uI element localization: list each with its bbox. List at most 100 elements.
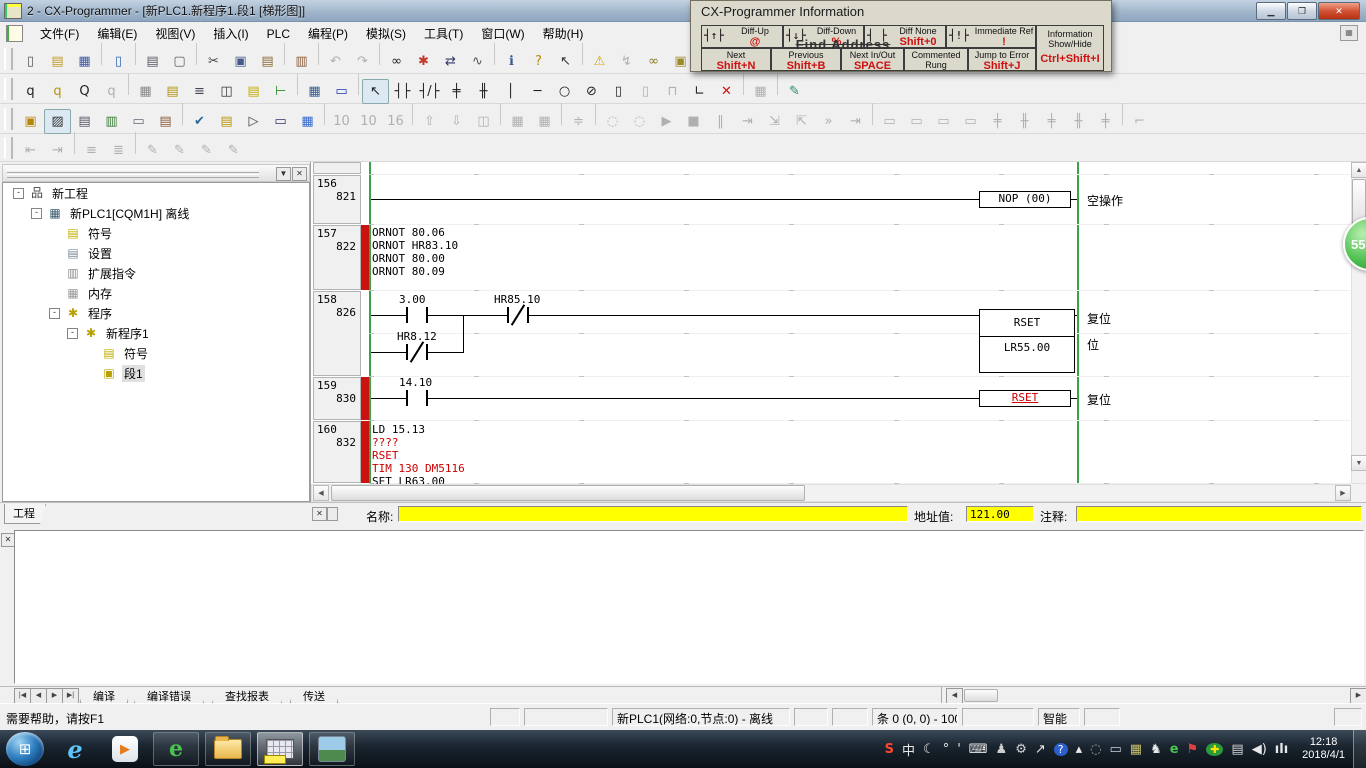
- contact-or-no-icon[interactable]: ╪: [443, 79, 470, 104]
- compile-program-icon[interactable]: ✔: [186, 109, 213, 134]
- coil-closed-icon[interactable]: ⊘: [578, 79, 605, 104]
- vertical-line-icon[interactable]: │: [497, 79, 524, 104]
- paste-icon[interactable]: ▤: [254, 49, 281, 74]
- open-file-icon[interactable]: ▤: [44, 49, 71, 74]
- symbol-window-icon[interactable]: ▤: [71, 109, 98, 134]
- tree-expander[interactable]: -: [31, 208, 42, 219]
- menu-PLC[interactable]: PLC: [258, 24, 299, 44]
- output-hscroll-right[interactable]: ▶: [1350, 688, 1366, 704]
- end-line-icon[interactable]: ∟: [686, 79, 713, 104]
- tray-tools-tray-icon[interactable]: ⚙: [1015, 742, 1027, 757]
- rung-gutter-160[interactable]: 160 832: [313, 421, 361, 483]
- output-hscroll-left[interactable]: ◀: [946, 688, 963, 704]
- tab-last-button[interactable]: ▶|: [62, 688, 79, 704]
- taskbar-start-button[interactable]: ⊞: [6, 732, 44, 766]
- taskbar-media-player[interactable]: ▶: [103, 733, 147, 765]
- tray-ime-chinese-icon[interactable]: 中: [902, 740, 915, 759]
- output-close-button[interactable]: ✕: [1, 533, 15, 547]
- tray-user-tray-icon[interactable]: ♟: [996, 742, 1008, 757]
- minimize-button[interactable]: ▁: [1256, 2, 1286, 20]
- save-icon[interactable]: ▦: [71, 49, 98, 74]
- status-resize-grip[interactable]: [1334, 708, 1362, 726]
- output-tab-传送[interactable]: 传送: [290, 687, 338, 704]
- close-button[interactable]: ✕: [1318, 2, 1360, 20]
- tree-expander[interactable]: -: [13, 188, 24, 199]
- tree-item-symbols-global[interactable]: ▤符号: [3, 223, 309, 243]
- ci-window-icon[interactable]: ▭: [328, 79, 355, 104]
- print-preview-icon[interactable]: ▢: [166, 49, 193, 74]
- menu-编程P[interactable]: 编程(P): [299, 24, 357, 44]
- address-field[interactable]: 121.00: [966, 506, 1034, 522]
- rung-comment-list-icon[interactable]: ▤: [240, 79, 267, 104]
- monitor-pair-icon[interactable]: ◫: [213, 79, 240, 104]
- window-cascade-icon[interactable]: ▣: [17, 109, 44, 134]
- hscroll-right-button[interactable]: ▶: [1335, 485, 1351, 501]
- help-icon[interactable]: ?: [525, 49, 552, 74]
- tab-prev-button[interactable]: ◀: [30, 688, 47, 704]
- contact-nc-HR85.10[interactable]: [507, 307, 529, 323]
- show-symbols-icon[interactable]: ▤: [159, 79, 186, 104]
- mdi-child-buttons[interactable]: ▦: [1340, 25, 1358, 41]
- title-bar[interactable]: 2 - CX-Programmer - [新PLC1.新程序1.段1 [梯形图]…: [0, 0, 1366, 22]
- editbar-close-button[interactable]: ✕: [312, 507, 327, 521]
- maximize-button[interactable]: ❐: [1287, 2, 1317, 20]
- contact-or-nc-icon[interactable]: ╫: [470, 79, 497, 104]
- tab-first-button[interactable]: |◀: [14, 688, 31, 704]
- tray-safe-360-tray-icon[interactable]: ✚: [1206, 743, 1223, 756]
- statement-list-157[interactable]: ORNOT 80.06ORNOT HR83.10ORNOT 80.00ORNOT…: [372, 226, 458, 278]
- name-field[interactable]: [398, 506, 908, 522]
- tray-notify-bell-icon[interactable]: ◌: [1090, 742, 1101, 757]
- taskbar-cx-programmer-task[interactable]: [257, 732, 303, 766]
- new-file-icon[interactable]: ▯: [17, 49, 44, 74]
- tree-item-settings[interactable]: ▤设置: [3, 243, 309, 263]
- about-icon[interactable]: ℹ: [498, 49, 525, 74]
- menu-文件F[interactable]: 文件(F): [31, 24, 88, 44]
- toolbar-grip[interactable]: [4, 78, 13, 100]
- tree-item-plc-device[interactable]: -▦新PLC1[CQM1H] 离线: [3, 203, 309, 223]
- tray-expand-tray-icon[interactable]: ▴: [1076, 742, 1083, 757]
- menu-插入I[interactable]: 插入(I): [204, 24, 257, 44]
- instruction-rset-error[interactable]: RSET: [979, 390, 1071, 407]
- rung-gutter-156[interactable]: 156 821: [313, 175, 361, 224]
- find-icon[interactable]: ∞: [383, 49, 410, 74]
- properties-window-icon[interactable]: ▤: [152, 109, 179, 134]
- output-tab-查找报表[interactable]: 查找报表: [212, 687, 282, 704]
- menu-视图V[interactable]: 视图(V): [146, 24, 204, 44]
- rung-gutter-157[interactable]: 157 822: [313, 225, 361, 290]
- mdi-child-icon[interactable]: [6, 25, 23, 42]
- zoom-reset-icon[interactable]: Q: [71, 79, 98, 104]
- tab-project[interactable]: 工程: [4, 504, 46, 524]
- menu-模拟S[interactable]: 模拟(S): [357, 24, 415, 44]
- tray-plc-tray-icon[interactable]: ▦: [1130, 742, 1142, 757]
- context-help-icon[interactable]: ↖: [552, 49, 579, 74]
- tray-help-tray-icon[interactable]: ?: [1054, 743, 1068, 756]
- popup-window-icon[interactable]: ▭: [125, 109, 152, 134]
- menu-工具T[interactable]: 工具(T): [415, 24, 472, 44]
- find-report-icon[interactable]: ∞: [640, 49, 667, 74]
- contact-nc-HR8.12[interactable]: [406, 344, 428, 360]
- list-window-icon[interactable]: ▭: [267, 109, 294, 134]
- tree-item-program-1[interactable]: -✱新程序1: [3, 323, 309, 343]
- find-in-files-icon[interactable]: ▯: [105, 49, 132, 74]
- replace-icon[interactable]: ⇄: [437, 49, 464, 74]
- tray-network-signal-icon[interactable]: ılı: [1275, 742, 1288, 757]
- tray-display-tray-icon[interactable]: ▭: [1109, 742, 1121, 757]
- tree-item-memory[interactable]: ▦内存: [3, 283, 309, 303]
- workspace-close-button[interactable]: ✕: [292, 167, 307, 181]
- tray-ime-punct-icon[interactable]: ': [957, 742, 961, 757]
- taskbar-photo-viewer[interactable]: [309, 732, 355, 766]
- program-check-icon[interactable]: ▷: [240, 109, 267, 134]
- grid-toggle-icon[interactable]: ▦: [132, 79, 159, 104]
- menu-编辑E[interactable]: 编辑(E): [88, 24, 146, 44]
- tray-sogou-input-icon[interactable]: S: [885, 742, 894, 757]
- taskbar-browser-360[interactable]: e: [153, 732, 199, 766]
- comment-field[interactable]: [1076, 506, 1362, 522]
- hscroll-left-button[interactable]: ◀: [313, 485, 329, 501]
- show-addresses-icon[interactable]: ≡: [186, 79, 213, 104]
- taskbar-clock[interactable]: 12:18 2018/4/1: [1302, 736, 1345, 762]
- zoom-in-icon[interactable]: q: [17, 79, 44, 104]
- horizontal-line-icon[interactable]: ─: [524, 79, 551, 104]
- output-tab-编译[interactable]: 编译: [80, 687, 128, 704]
- tray-flag-error-tray-icon[interactable]: ⚑: [1187, 742, 1199, 757]
- toolbar-grip[interactable]: [4, 137, 13, 159]
